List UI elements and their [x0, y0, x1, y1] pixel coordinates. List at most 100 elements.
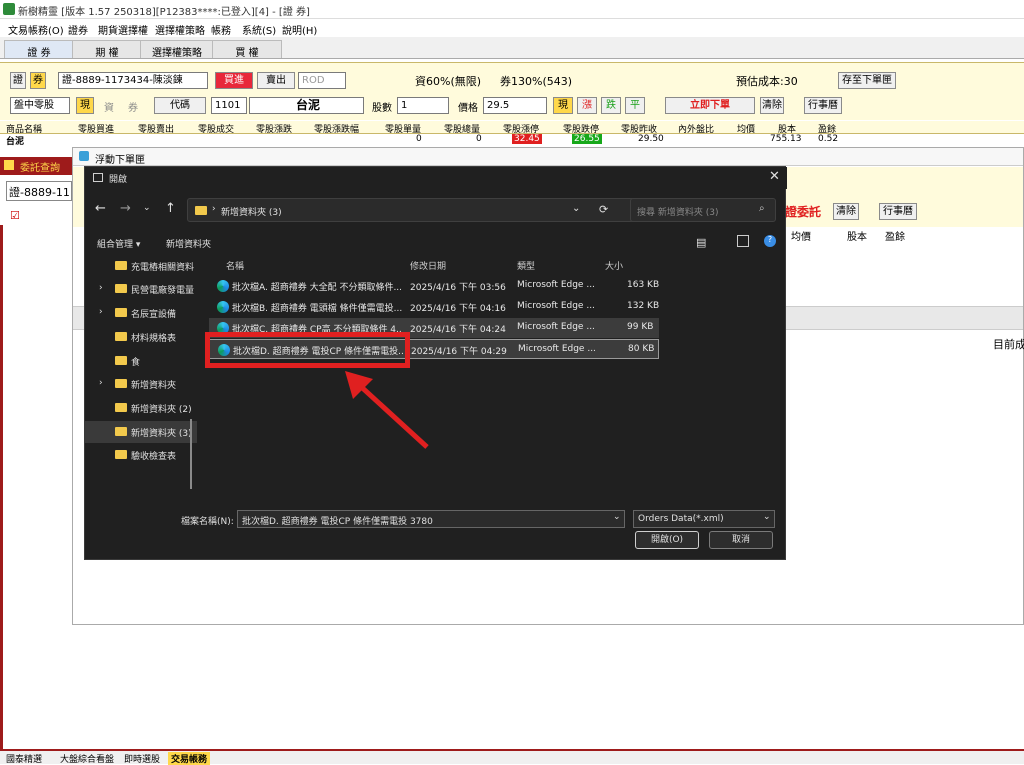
finance-option[interactable]: 資: [104, 99, 114, 114]
folder-icon: [195, 206, 207, 215]
account-select[interactable]: 證-8889-1173434-陳淡鍊: [58, 72, 208, 89]
cash-button[interactable]: 現: [76, 97, 94, 114]
flat-button[interactable]: 平: [625, 97, 645, 114]
stock-mode-button[interactable]: 證: [10, 72, 26, 89]
float-col-capital: 股本: [847, 232, 867, 243]
cell-capital: 755.13: [770, 134, 802, 144]
file-row[interactable]: 批次檔A. 超商禮券 大全配 不分類取條件... 2025/4/16 下午 03…: [209, 276, 659, 296]
menu-help[interactable]: 說明(H): [282, 22, 317, 37]
nav-item[interactable]: 食: [85, 350, 197, 372]
menu-futures[interactable]: 期貨選擇權: [98, 22, 148, 37]
menu-option-strategy[interactable]: 選擇權策略: [155, 22, 205, 37]
sell-button[interactable]: 賣出: [257, 72, 295, 89]
nav-item[interactable]: 材料規格表: [85, 326, 197, 348]
menu-account[interactable]: 帳務: [211, 22, 231, 37]
tab-cathay[interactable]: 國泰精選: [6, 752, 42, 765]
cell-name: 台泥: [6, 137, 25, 147]
limit-up-button[interactable]: 漲: [577, 97, 597, 114]
dialog-title: 開啟: [109, 175, 128, 185]
col-modified[interactable]: 修改日期: [410, 259, 446, 272]
nav-item[interactable]: › 民營電廠發電量: [85, 278, 197, 300]
margin-ratio: 券130%(543): [500, 75, 573, 88]
preview-pane-icon[interactable]: [737, 235, 749, 247]
rod-select[interactable]: ROD: [298, 72, 346, 89]
calendar-button[interactable]: 行事曆: [804, 97, 842, 114]
chevron-down-icon[interactable]: ⌄: [143, 203, 151, 213]
search-placeholder: 搜尋 新增資料夾 (3): [637, 208, 719, 218]
cell-odd-prev: 29.50: [638, 134, 664, 144]
file-row[interactable]: 批次檔B. 超商禮券 電頭檔 條件僅需電投... 2025/4/16 下午 04…: [209, 297, 659, 317]
col-size[interactable]: 大小: [605, 259, 623, 272]
code-input[interactable]: 1101: [211, 97, 247, 114]
buy-button[interactable]: 買進: [215, 72, 253, 89]
float-clear-button[interactable]: 清除: [833, 203, 859, 220]
place-order-button[interactable]: 立即下單: [665, 97, 755, 114]
highlight-box: [205, 332, 410, 368]
save-to-box-button[interactable]: 存至下單匣: [838, 72, 896, 89]
open-file-dialog: 開啟 ✕ ← → ⌄ ↑ › 新增資料夾 (3) ⌄ ⟳ 搜尋 新增資料夾 (3…: [84, 166, 787, 560]
navigation-pane: 充電樁相關資料 › 民營電廠發電量 › 名辰宣設備 材料規格表 食 › 新增資料夾 新…: [85, 255, 202, 495]
nav-item[interactable]: 充電樁相關資料: [85, 255, 197, 277]
float-right-text: 目前成: [993, 338, 1024, 351]
limit-down-button[interactable]: 跌: [601, 97, 621, 114]
filename-input[interactable]: 批次檔D. 超商禮券 電投CP 條件僅需電投 3780: [237, 510, 625, 528]
tab-option-strategy[interactable]: 選擇權策略: [140, 40, 214, 59]
refresh-icon[interactable]: ⟳: [599, 203, 608, 216]
tab-options[interactable]: 期 權: [72, 40, 142, 59]
cash2-button[interactable]: 現: [553, 97, 573, 114]
nav-item[interactable]: 新增資料夾 (2): [85, 397, 197, 419]
price-stepper[interactable]: 29.5: [483, 97, 547, 114]
select-all-checkbox[interactable]: ☑: [10, 209, 20, 222]
floating-window-titlebar[interactable]: 浮動下單匣: [73, 148, 1023, 166]
estimate-cost: 預估成本:30: [736, 75, 798, 88]
floating-window-title: 浮動下單匣: [95, 155, 145, 166]
lend-mode-button[interactable]: 券: [30, 72, 46, 89]
tab-trading[interactable]: 交易帳務: [168, 752, 211, 765]
open-button[interactable]: 開啟(O): [635, 531, 699, 549]
float-place-button[interactable]: 證委託: [785, 203, 821, 220]
col-type[interactable]: 類型: [517, 259, 535, 272]
menu-system[interactable]: 系統(S): [242, 22, 276, 37]
tab-screener[interactable]: 即時選股: [124, 752, 160, 765]
code-button[interactable]: 代碼: [154, 97, 206, 114]
app-icon: [3, 3, 15, 15]
capital-ratio: 資60%(無限): [415, 75, 482, 88]
quote-grid-row[interactable]: 台泥 0 0 32.45 26.55 29.50 755.13 0.52: [0, 134, 1024, 147]
tab-market[interactable]: 大盤綜合看盤: [60, 752, 114, 765]
up-arrow-icon[interactable]: ↑: [165, 201, 176, 216]
filter-dropdown-icon[interactable]: ⌄: [763, 512, 771, 522]
help-icon[interactable]: ?: [764, 235, 776, 247]
nav-item[interactable]: 驗收檢查表: [85, 444, 197, 466]
menu-trade[interactable]: 文易帳務(O): [8, 22, 64, 37]
quote-grid-header: 商品名稱 零股買進 零股賣出 零股成交 零股漲跌 零股漲跌幅 零股單量 零股總量…: [0, 121, 1024, 135]
price-label: 價格: [458, 103, 478, 114]
nav-item-selected[interactable]: 新增資料夾 (3): [85, 421, 197, 443]
dialog-titlebar[interactable]: 開啟 ✕: [85, 167, 787, 189]
cancel-button[interactable]: 取消: [709, 531, 773, 549]
view-icon[interactable]: ▤: [696, 236, 706, 249]
quantity-stepper[interactable]: 1: [397, 97, 449, 114]
col-filename[interactable]: 名稱: [226, 259, 244, 272]
filename-dropdown-icon[interactable]: ⌄: [613, 512, 621, 522]
search-input[interactable]: 搜尋 新增資料夾 (3) ⌕: [630, 198, 776, 222]
quantity-label: 股數: [372, 103, 392, 114]
order-type-select[interactable]: 盤中零股: [10, 97, 70, 114]
menu-stock[interactable]: 證券: [68, 22, 88, 37]
tab-call[interactable]: 買 權: [212, 40, 282, 59]
clear-button[interactable]: 清除: [760, 97, 784, 114]
float-calendar-button[interactable]: 行事曆: [879, 203, 917, 220]
address-dropdown-icon[interactable]: ⌄: [572, 203, 580, 214]
collapse-icon[interactable]: [4, 160, 14, 170]
back-arrow-icon[interactable]: ←: [95, 201, 106, 216]
tab-stock[interactable]: 證 券: [4, 40, 74, 59]
close-icon[interactable]: ✕: [769, 169, 780, 184]
nav-scrollbar[interactable]: [190, 419, 192, 489]
lend-option[interactable]: 券: [128, 99, 138, 114]
new-folder-button[interactable]: 新增資料夾: [166, 237, 211, 250]
query-account-input[interactable]: 證-8889-11: [6, 181, 72, 201]
nav-item[interactable]: › 新增資料夾: [85, 373, 197, 395]
organize-button[interactable]: 組合管理 ▾: [97, 237, 140, 250]
nav-item[interactable]: › 名辰宣設備: [85, 302, 197, 324]
forward-arrow-icon[interactable]: →: [120, 201, 131, 216]
file-type-select[interactable]: Orders Data(*.xml): [633, 510, 775, 528]
